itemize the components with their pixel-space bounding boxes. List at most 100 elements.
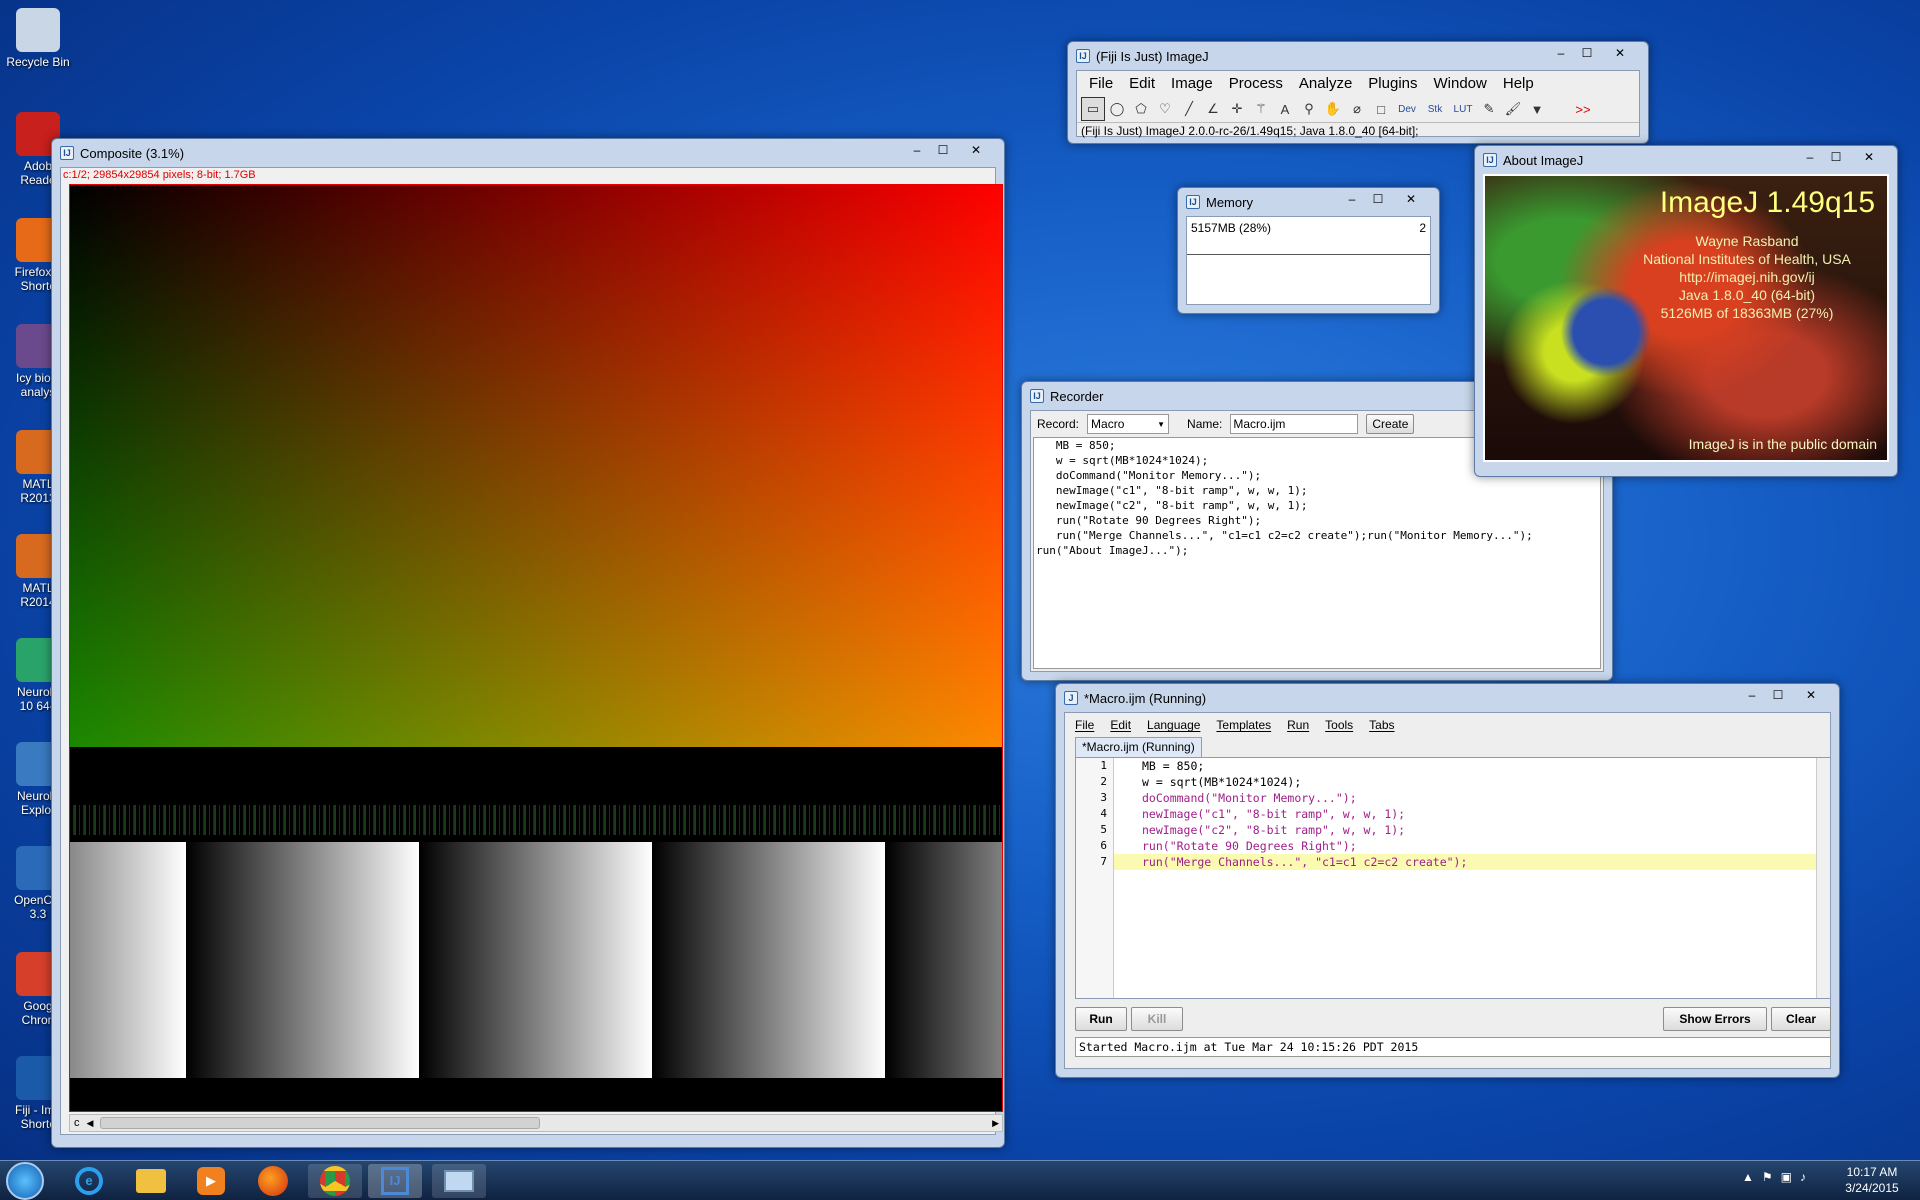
maximize-button[interactable]: ☐: [1574, 45, 1600, 63]
zoom-tool-icon[interactable]: ⚲: [1297, 97, 1321, 121]
memory-window[interactable]: IJ Memory – ☐ ✕ 5157MB (28%) 2: [1177, 187, 1440, 314]
menu-edit[interactable]: Edit: [1121, 73, 1163, 94]
editor-menu-templates[interactable]: Templates: [1208, 716, 1279, 734]
stk-menu-tool[interactable]: Stk: [1421, 97, 1449, 121]
color-gradient: [70, 185, 1002, 747]
media-player-icon[interactable]: ▶: [184, 1164, 238, 1198]
editor-menu-run[interactable]: Run: [1279, 716, 1317, 734]
macro-name-input[interactable]: [1230, 414, 1359, 434]
minimize-button[interactable]: –: [1339, 191, 1365, 209]
scroll-right-icon[interactable]: ▶: [989, 1118, 1002, 1129]
about-image: ImageJ 1.49q15 Wayne Rasband National Ins…: [1483, 174, 1889, 462]
hand-tool-icon[interactable]: ✋: [1321, 97, 1345, 121]
menu-analyze[interactable]: Analyze: [1291, 73, 1360, 94]
code-line: newImage("c1", "8-bit ramp", w, w, 1);: [1142, 807, 1406, 821]
close-button[interactable]: ✕: [956, 142, 996, 160]
freehand-tool-icon[interactable]: ♡: [1153, 97, 1177, 121]
tray-icons[interactable]: ▲⚑▣♪: [1742, 1170, 1814, 1184]
dropper-tool-icon[interactable]: ⌀: [1345, 97, 1369, 121]
code-line: doCommand("Monitor Memory...");: [1142, 791, 1357, 805]
more-tools-button[interactable]: >>: [1571, 97, 1595, 121]
editor-menu-tabs[interactable]: Tabs: [1361, 716, 1402, 734]
ie-icon[interactable]: e: [62, 1164, 116, 1198]
memory-title: Memory: [1206, 194, 1253, 210]
clear-button[interactable]: Clear: [1771, 1007, 1831, 1031]
scroll-left-icon[interactable]: ◀: [84, 1118, 97, 1129]
memory-value: 5157MB (28%): [1191, 221, 1272, 235]
menu-plugins[interactable]: Plugins: [1360, 73, 1425, 94]
editor-window[interactable]: J *Macro.ijm (Running) – ☐ ✕ File Edit Langu…: [1055, 683, 1840, 1078]
editor-menu-file[interactable]: File: [1067, 716, 1102, 734]
poly-tool-icon[interactable]: ⬠: [1129, 97, 1153, 121]
window-taskbar-icon[interactable]: [432, 1164, 486, 1198]
desktop-icon[interactable]: Recycle Bin: [4, 8, 72, 69]
close-button[interactable]: ✕: [1791, 687, 1831, 705]
text-tool-icon[interactable]: A: [1273, 97, 1297, 121]
editor-menu-tools[interactable]: Tools: [1317, 716, 1361, 734]
composite-window[interactable]: IJ Composite (3.1%) – ☐ ✕ c:1/2; 29854x2…: [51, 138, 1005, 1148]
explorer-icon[interactable]: [124, 1164, 178, 1198]
oval-tool-icon[interactable]: ◯: [1105, 97, 1129, 121]
fiji-taskbar-icon[interactable]: IJ: [368, 1164, 422, 1198]
maximize-button[interactable]: ☐: [1365, 191, 1391, 209]
minimize-button[interactable]: –: [904, 142, 930, 160]
minimize-button[interactable]: –: [1548, 45, 1574, 63]
imagej-titlebar[interactable]: IJ (Fiji Is Just) ImageJ – ☐ ✕: [1076, 42, 1640, 70]
maximize-button[interactable]: ☐: [1823, 149, 1849, 167]
editor-menu-edit[interactable]: Edit: [1102, 716, 1139, 734]
menu-image[interactable]: Image: [1163, 73, 1221, 94]
minimize-button[interactable]: –: [1797, 149, 1823, 167]
angle-tool-icon[interactable]: ∠: [1201, 97, 1225, 121]
point-tool-icon[interactable]: ✛: [1225, 97, 1249, 121]
close-button[interactable]: ✕: [1600, 45, 1640, 63]
editor-tab[interactable]: *Macro.ijm (Running): [1075, 737, 1202, 757]
record-select[interactable]: Macro ▼: [1087, 414, 1170, 434]
flood-tool-icon[interactable]: ▼: [1525, 97, 1549, 121]
editor-vscroll[interactable]: [1816, 758, 1830, 998]
memory-titlebar[interactable]: IJ Memory – ☐ ✕: [1186, 188, 1431, 216]
recorder-line: run("About ImageJ...");: [1036, 544, 1189, 557]
close-button[interactable]: ✕: [1391, 191, 1431, 209]
run-button[interactable]: Run: [1075, 1007, 1127, 1031]
menu-window[interactable]: Window: [1426, 73, 1495, 94]
code-area[interactable]: MB = 850; w = sqrt(MB*1024*1024); doComman…: [1114, 758, 1816, 998]
create-button[interactable]: Create: [1366, 414, 1415, 434]
editor-menu-language[interactable]: Language: [1139, 716, 1208, 734]
image-canvas[interactable]: [69, 184, 1003, 1112]
rect-tool-icon[interactable]: ▭: [1081, 97, 1105, 121]
line-tool-icon[interactable]: ╱: [1177, 97, 1201, 121]
scroll-thumb[interactable]: [100, 1117, 541, 1129]
about-line: Wayne Rasband: [1695, 233, 1799, 249]
about-window[interactable]: IJ About ImageJ – ☐ ✕ ImageJ 1.49q15 Wayne…: [1474, 145, 1898, 477]
imagej-icon: IJ: [1076, 49, 1090, 63]
channel-scrollbar[interactable]: c ◀ ▶: [69, 1114, 1003, 1132]
menu-process[interactable]: Process: [1221, 73, 1291, 94]
lut-menu-tool[interactable]: LUT: [1449, 97, 1477, 121]
minimize-button[interactable]: –: [1739, 687, 1765, 705]
show-errors-button[interactable]: Show Errors: [1663, 1007, 1767, 1031]
code-line: run("Rotate 90 Degrees Right");: [1142, 839, 1357, 853]
close-button[interactable]: ✕: [1849, 149, 1889, 167]
chrome-icon[interactable]: [308, 1164, 362, 1198]
maximize-button[interactable]: ☐: [930, 142, 956, 160]
about-title: About ImageJ: [1503, 152, 1584, 168]
editor-titlebar[interactable]: J *Macro.ijm (Running) – ☐ ✕: [1064, 684, 1831, 712]
about-titlebar[interactable]: IJ About ImageJ – ☐ ✕: [1483, 146, 1889, 174]
color-box-icon[interactable]: □: [1369, 97, 1393, 121]
app-icon: [16, 8, 60, 52]
dev-menu-tool[interactable]: Dev: [1393, 97, 1421, 121]
maximize-button[interactable]: ☐: [1765, 687, 1791, 705]
wand-tool-icon[interactable]: ⚚: [1249, 97, 1273, 121]
imagej-toolbar: ▭ ◯ ⬠ ♡ ╱ ∠ ✛ ⚚ A ⚲ ✋ ⌀ □ Dev Stk LUT ✎ 🖌 ▼ >>: [1077, 96, 1639, 122]
composite-titlebar[interactable]: IJ Composite (3.1%) – ☐ ✕: [60, 139, 996, 167]
imagej-window[interactable]: IJ (Fiji Is Just) ImageJ – ☐ ✕ File Edit Ima…: [1067, 41, 1649, 144]
about-footer: ImageJ is in the public domain: [1688, 436, 1877, 452]
clock[interactable]: 10:17 AM 3/24/2015: [1836, 1164, 1908, 1196]
menu-file[interactable]: File: [1081, 73, 1121, 94]
menu-help[interactable]: Help: [1495, 73, 1542, 94]
firefox-icon[interactable]: [246, 1164, 300, 1198]
start-button[interactable]: [6, 1162, 44, 1200]
brush-tool-icon[interactable]: 🖌: [1501, 97, 1525, 121]
kill-button[interactable]: Kill: [1131, 1007, 1183, 1031]
pencil-tool-icon[interactable]: ✎: [1477, 97, 1501, 121]
